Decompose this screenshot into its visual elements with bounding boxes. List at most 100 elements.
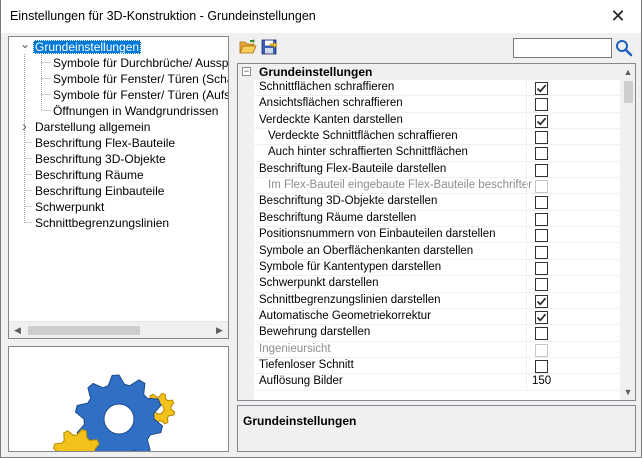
property-checkbox[interactable]	[535, 98, 548, 112]
property-name: Positionsnummern von Einbauteilen darste…	[259, 228, 496, 241]
chevron-down-icon[interactable]: ⌄	[20, 38, 30, 55]
category-row[interactable]: − Grundeinstellungen	[238, 64, 620, 80]
tree-item[interactable]: Symbole für Durchbrüche/ Aussparungen	[51, 55, 229, 71]
property-name: Verdeckte Schnittflächen schraffieren	[268, 130, 458, 143]
property-row[interactable]: Auflösung Bilder 150	[254, 374, 620, 391]
grid-vertical-scrollbar[interactable]: ▲ ▼	[620, 64, 635, 400]
checkmark-icon	[536, 313, 547, 322]
tree-item[interactable]: Symbole für Fenster/ Türen (Schatten)	[51, 71, 228, 87]
property-name: Tiefenloser Schnitt	[259, 358, 354, 371]
property-name: Beschriftung 3D-Objekte darstellen	[259, 195, 438, 208]
column-divider	[526, 80, 527, 96]
property-checkbox[interactable]	[535, 294, 548, 308]
window-title: Einstellungen für 3D-Konstruktion - Grun…	[10, 9, 316, 23]
property-checkbox[interactable]	[535, 245, 548, 259]
property-row[interactable]: Bewehrung darstellen	[254, 325, 620, 342]
chevron-right-icon[interactable]: ›	[20, 119, 29, 135]
grid-scroll-thumb[interactable]	[624, 81, 633, 103]
tree-item[interactable]: Darstellung allgemein	[33, 119, 152, 135]
tree-item-label: Schnittbegrenzungslinien	[35, 216, 170, 230]
property-grid[interactable]: − Grundeinstellungen Schnittflächen schr…	[237, 63, 636, 401]
search-input[interactable]	[513, 38, 612, 58]
tree-item[interactable]: Öffnungen in Wandgrundrissen	[51, 103, 220, 119]
save-icon[interactable]	[260, 38, 278, 56]
property-checkbox[interactable]	[535, 229, 548, 243]
tree-item[interactable]: Schnittbegrenzungslinien	[33, 215, 171, 231]
property-name: Beschriftung Räume darstellen	[259, 211, 417, 224]
property-checkbox[interactable]	[535, 327, 548, 341]
tree-item[interactable]: Beschriftung Einbauteile	[33, 183, 166, 199]
property-row[interactable]: Ingenieursicht	[254, 341, 620, 358]
property-row[interactable]: Verdeckte Kanten darstellen	[254, 112, 620, 130]
property-checkbox[interactable]	[535, 278, 548, 292]
property-row[interactable]: Positionsnummern von Einbauteilen darste…	[254, 227, 620, 244]
tree-item[interactable]: Beschriftung 3D-Objekte	[33, 151, 168, 167]
folder-open-icon[interactable]	[239, 38, 257, 56]
property-row[interactable]: Ansichtsflächen schraffieren	[254, 96, 620, 113]
scroll-right-icon[interactable]: ▶	[211, 322, 228, 338]
property-checkbox[interactable]	[535, 147, 548, 161]
property-name: Auch hinter schraffierten Schnittflächen	[268, 146, 468, 159]
tree-horizontal-scrollbar[interactable]: ◀ ▶	[9, 321, 228, 338]
property-row[interactable]: Tiefenloser Schnitt	[254, 357, 620, 375]
tree-item[interactable]: Grundeinstellungen	[33, 39, 142, 55]
property-row[interactable]: Schnittbegrenzungslinien darstellen	[254, 292, 620, 309]
property-row[interactable]: Im Flex-Bauteil eingebaute Flex-Bauteile…	[254, 178, 620, 195]
close-button[interactable]: ✕	[595, 0, 641, 32]
property-checkbox[interactable]	[535, 212, 548, 226]
property-row[interactable]: Beschriftung 3D-Objekte darstellen	[254, 194, 620, 211]
column-divider	[526, 96, 527, 112]
property-checkbox[interactable]	[535, 310, 548, 324]
property-row[interactable]: Schnittflächen schraffieren	[254, 80, 620, 97]
property-row[interactable]: Symbole für Kantentypen darstellen	[254, 259, 620, 277]
tree-item[interactable]: Beschriftung Flex-Bauteile	[33, 135, 177, 151]
property-name: Auflösung Bilder	[259, 375, 343, 388]
property-name: Symbole für Kantentypen darstellen	[259, 260, 442, 273]
settings-tree[interactable]: Grundeinstellungen ⌄ Symbole für Durchbrüc…	[8, 36, 229, 339]
tree-item[interactable]: Beschriftung Räume	[33, 167, 146, 183]
tree-scroll-thumb[interactable]	[28, 326, 140, 335]
title-bar: Einstellungen für 3D-Konstruktion - Grun…	[1, 0, 641, 33]
property-row[interactable]: Auch hinter schraffierten Schnittflächen	[254, 145, 620, 162]
column-divider	[526, 227, 527, 243]
tree-item-label: Öffnungen in Wandgrundrissen	[53, 104, 219, 118]
property-name: Beschriftung Flex-Bauteile darstellen	[259, 162, 447, 175]
settings-window: Einstellungen für 3D-Konstruktion - Grun…	[0, 0, 642, 458]
property-row[interactable]: Automatische Geometriekorrektur	[254, 308, 620, 326]
tree-item[interactable]: Schwerpunkt	[33, 199, 106, 215]
property-name: Symbole an Oberflächenkanten darstellen	[259, 244, 474, 257]
checkmark-icon	[536, 84, 547, 93]
property-checkbox[interactable]	[535, 82, 548, 95]
property-name: Ansichtsflächen schraffieren	[259, 97, 403, 110]
tree-item-label: Symbole für Durchbrüche/ Aussparungen	[53, 56, 229, 70]
property-row[interactable]: Schwerpunkt darstellen	[254, 276, 620, 293]
property-checkbox[interactable]	[535, 131, 548, 145]
tree-item-label: Beschriftung Flex-Bauteile	[35, 136, 176, 150]
property-row[interactable]: Beschriftung Räume darstellen	[254, 210, 620, 228]
magnifier-icon[interactable]	[614, 38, 634, 58]
property-checkbox[interactable]	[535, 261, 548, 275]
property-row[interactable]: Beschriftung Flex-Bauteile darstellen	[254, 161, 620, 179]
collapse-icon[interactable]: −	[242, 67, 251, 76]
property-row[interactable]: Symbole an Oberflächenkanten darstellen	[254, 243, 620, 260]
property-name: Bewehrung darstellen	[259, 326, 371, 339]
checkmark-icon	[536, 117, 547, 126]
scroll-left-icon[interactable]: ◀	[9, 322, 26, 338]
scroll-down-icon[interactable]: ▼	[620, 384, 635, 400]
column-divider	[526, 325, 527, 341]
column-divider	[526, 308, 527, 325]
property-name: Im Flex-Bauteil eingebaute Flex-Bauteile…	[268, 179, 532, 192]
property-checkbox[interactable]	[535, 163, 548, 177]
tree-item[interactable]: Symbole für Fenster/ Türen (Aufschlag)	[51, 87, 228, 103]
property-value[interactable]: 150	[532, 375, 551, 387]
column-divider	[526, 178, 527, 194]
scroll-up-icon[interactable]: ▲	[620, 64, 635, 80]
column-divider	[526, 112, 527, 129]
property-checkbox[interactable]	[535, 359, 548, 373]
settings-illustration	[8, 346, 229, 452]
column-divider	[526, 374, 527, 390]
property-checkbox[interactable]	[535, 196, 548, 210]
property-checkbox[interactable]	[535, 114, 548, 128]
property-name: Verdeckte Kanten darstellen	[259, 113, 403, 126]
property-row[interactable]: Verdeckte Schnittflächen schraffieren	[254, 129, 620, 146]
